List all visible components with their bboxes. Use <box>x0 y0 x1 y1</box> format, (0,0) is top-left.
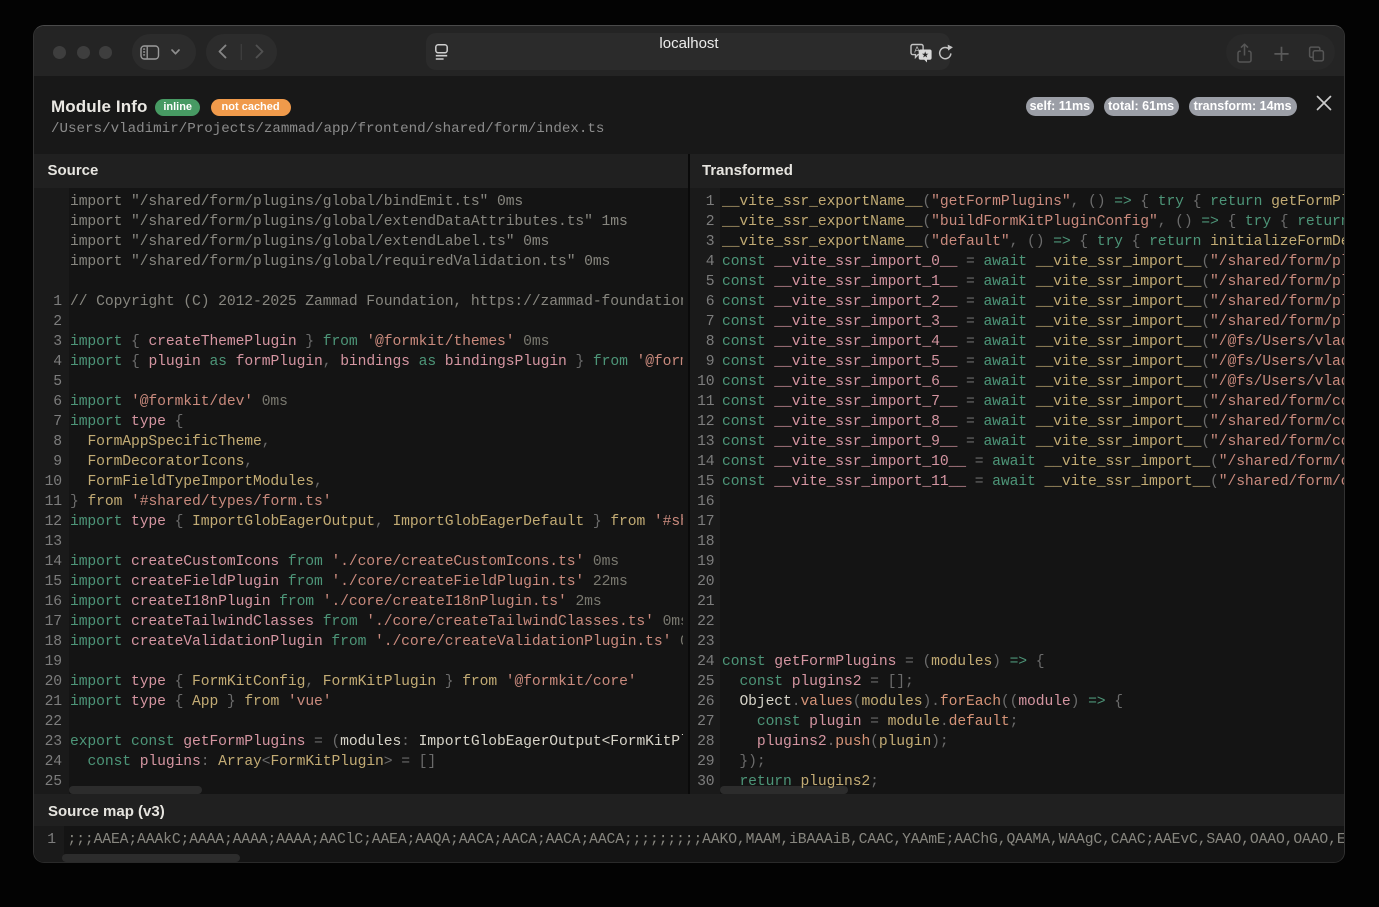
svg-text:★: ★ <box>921 50 929 60</box>
